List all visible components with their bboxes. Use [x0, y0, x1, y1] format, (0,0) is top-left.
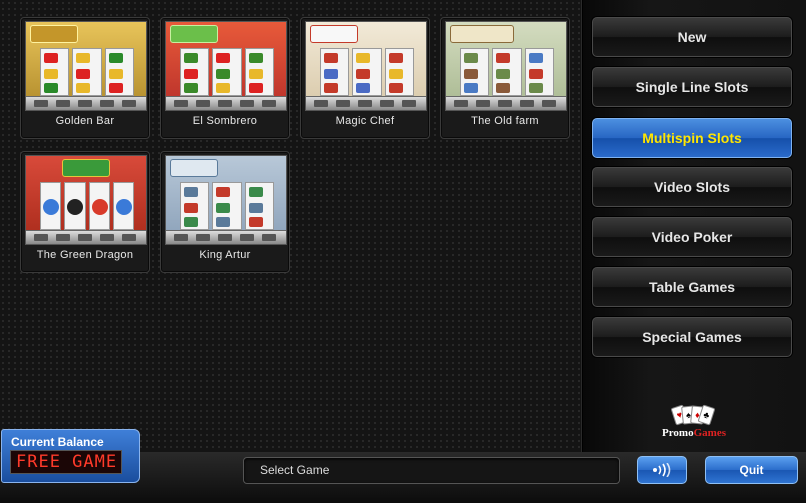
magic-chef-thumbnail	[305, 21, 427, 111]
game-label: Magic Chef	[335, 115, 395, 127]
nav-label: Video Slots	[654, 179, 730, 195]
promogames-logo: ♥ ♠ ♦ ♣ PromoGames	[649, 404, 739, 446]
nav-label: Special Games	[642, 329, 742, 345]
game-grid-panel: Golden Bar El Sombrero Magic Chef The Ol…	[0, 0, 582, 452]
category-sidebar: New Single Line Slots Multispin Slots Vi…	[583, 0, 806, 452]
brand-name-part2: Games	[693, 427, 726, 439]
nav-special-games[interactable]: Special Games	[592, 317, 792, 357]
nav-label: Multispin Slots	[642, 130, 742, 146]
brand-name: PromoGames	[649, 427, 739, 439]
game-label: King Artur	[199, 249, 251, 261]
game-tile-old-farm[interactable]: The Old farm	[440, 17, 570, 139]
sound-waves-icon	[653, 463, 671, 477]
el-sombrero-thumbnail	[165, 21, 287, 111]
nav-video-slots[interactable]: Video Slots	[592, 167, 792, 207]
sound-button[interactable]	[637, 456, 687, 484]
balance-panel: Current Balance FREE GAME	[1, 429, 140, 483]
nav-table-games[interactable]: Table Games	[592, 267, 792, 307]
nav-multispin-slots[interactable]: Multispin Slots	[592, 118, 792, 158]
game-tile-el-sombrero[interactable]: El Sombrero	[160, 17, 290, 139]
game-tile-green-dragon[interactable]: The Green Dragon	[20, 151, 150, 273]
status-message: Select Game	[243, 457, 620, 484]
green-dragon-thumbnail	[25, 155, 147, 245]
old-farm-thumbnail	[445, 21, 567, 111]
game-tile-golden-bar[interactable]: Golden Bar	[20, 17, 150, 139]
game-label: Golden Bar	[55, 115, 115, 127]
nav-new[interactable]: New	[592, 17, 792, 57]
nav-label: Single Line Slots	[635, 79, 749, 95]
brand-name-part1: Promo	[662, 427, 694, 439]
nav-single-line-slots[interactable]: Single Line Slots	[592, 67, 792, 107]
balance-value: FREE GAME	[10, 450, 122, 474]
nav-label: Table Games	[648, 279, 736, 295]
balance-label: Current Balance	[11, 435, 104, 449]
game-tile-magic-chef[interactable]: Magic Chef	[300, 17, 430, 139]
quit-button[interactable]: Quit	[705, 456, 798, 484]
king-artur-thumbnail	[165, 155, 287, 245]
game-label: The Old farm	[471, 115, 539, 127]
nav-video-poker[interactable]: Video Poker	[592, 217, 792, 257]
game-tile-king-artur[interactable]: King Artur	[160, 151, 290, 273]
playing-cards-icon: ♥ ♠ ♦ ♣	[670, 404, 716, 428]
game-label: El Sombrero	[192, 115, 258, 127]
nav-label: Video Poker	[651, 229, 733, 245]
nav-label: New	[677, 29, 707, 45]
quit-label: Quit	[739, 463, 764, 477]
golden-bar-thumbnail	[25, 21, 147, 111]
game-label: The Green Dragon	[36, 249, 134, 261]
